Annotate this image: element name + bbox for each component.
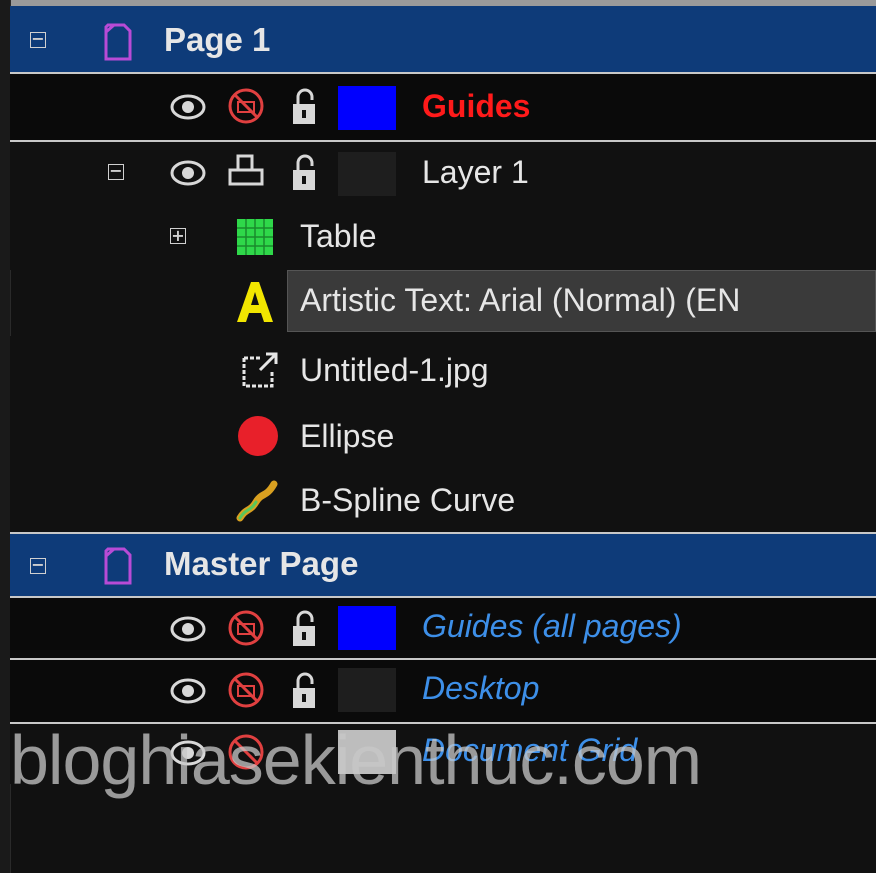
page-title: Master Page [164,545,359,582]
eye-visible-icon[interactable] [170,676,206,706]
layer-row-guides-all-pages[interactable]: Guides (all pages) [10,598,876,660]
layer-color-swatch[interactable] [338,86,396,130]
page-header-page-1[interactable]: − Page 1 [10,6,876,74]
layer-color-swatch[interactable] [338,668,396,712]
watermark-text: bloghiasekienthuc.com [10,721,702,799]
printer-disabled-icon[interactable] [226,670,266,710]
object-label-artistic-text: Artistic Text: Arial (Normal) (EN [300,282,741,318]
object-row-bitmap[interactable]: Untitled-1.jpg [10,336,876,402]
object-row-artistic-text[interactable]: Artistic Text: Arial (Normal) (EN [10,270,876,332]
layer-label-layer-1: Layer 1 [422,154,529,190]
page-header-master-page[interactable]: − Master Page [10,532,876,598]
artistic-text-icon [237,282,273,322]
lock-open-icon[interactable] [290,610,318,648]
layer-color-swatch[interactable] [338,152,396,196]
eye-visible-icon[interactable] [170,158,206,188]
layer-row-layer-1[interactable]: − Layer 1 [10,142,876,204]
ellipse-icon [238,416,278,456]
object-label-ellipse: Ellipse [300,418,395,454]
layer-row-desktop[interactable]: Desktop [10,660,876,724]
expand-toggle[interactable]: + [170,228,186,244]
collapse-toggle[interactable]: − [30,557,46,574]
page-icon [104,23,132,61]
printer-disabled-icon[interactable] [226,86,266,126]
object-row-bspline[interactable]: B-Spline Curve [10,468,876,532]
object-manager-panel: − Page 1 Guides − Layer 1 + Table Artist… [0,0,876,873]
bspline-curve-icon [236,480,278,522]
lock-open-icon[interactable] [290,88,318,126]
lock-open-icon[interactable] [290,672,318,710]
object-label-untitled-jpg: Untitled-1.jpg [300,352,489,388]
printer-icon[interactable] [226,152,266,192]
collapse-toggle[interactable]: − [30,31,46,48]
bitmap-icon [242,352,278,388]
page-title: Page 1 [164,21,271,58]
layer-color-swatch[interactable] [338,606,396,650]
layer-label-guides-all-pages: Guides (all pages) [422,608,682,644]
object-label-bspline: B-Spline Curve [300,482,516,518]
lock-open-icon[interactable] [290,154,318,192]
object-label-table: Table [300,218,377,254]
layer-row-guides[interactable]: Guides [10,74,876,142]
table-icon [237,219,273,255]
object-row-table[interactable]: + Table [10,204,876,270]
eye-visible-icon[interactable] [170,614,206,644]
collapse-toggle[interactable]: − [108,163,124,180]
eye-visible-icon[interactable] [170,92,206,122]
object-row-ellipse[interactable]: Ellipse [10,402,876,468]
layer-label-desktop: Desktop [422,670,540,706]
layer-label-guides: Guides [422,88,531,124]
page-icon [104,547,132,585]
printer-disabled-icon[interactable] [226,608,266,648]
